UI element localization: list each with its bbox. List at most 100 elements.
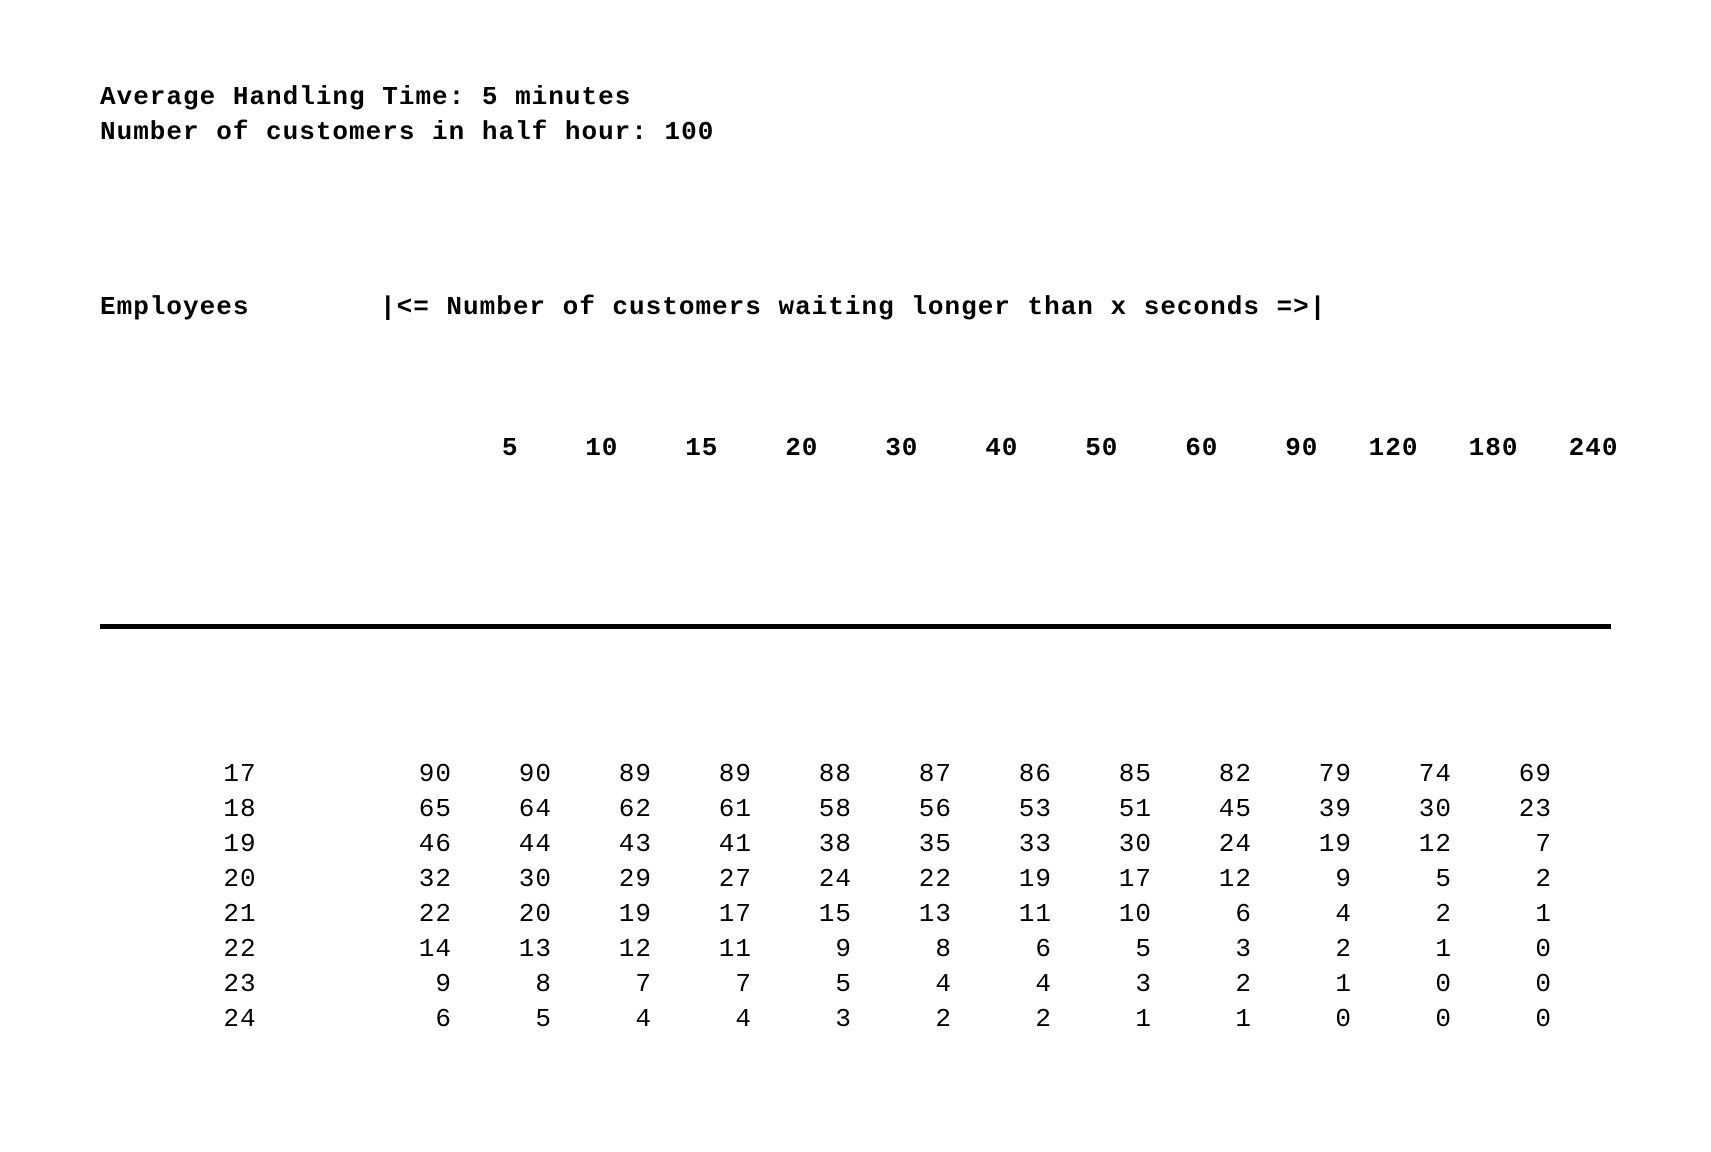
value-cell: 0 [1380,967,1480,1002]
table-row: 18656462615856535145393023 [100,792,1611,827]
value-cell: 7 [1480,827,1580,862]
header-line-2: Number of customers in half hour: 100 [100,115,1611,150]
seconds-column-header: 5 [446,431,546,466]
value-cell: 9 [380,967,480,1002]
value-cell: 0 [1480,932,1580,967]
employees-cell: 24 [100,1002,380,1037]
value-cell: 56 [880,792,980,827]
value-cell: 4 [880,967,980,1002]
value-cell: 2 [1480,862,1580,897]
value-cell: 12 [1380,827,1480,862]
value-cell: 0 [1480,1002,1580,1037]
value-cell: 30 [1380,792,1480,827]
employees-cell: 17 [100,757,380,792]
value-cell: 90 [380,757,480,792]
value-cell: 9 [1280,862,1380,897]
value-cell: 6 [380,1002,480,1037]
value-cell: 4 [980,967,1080,1002]
value-cell: 88 [780,757,880,792]
seconds-column-header: 60 [1146,431,1246,466]
value-cell: 5 [1380,862,1480,897]
value-cell: 61 [680,792,780,827]
employees-cell: 20 [100,862,380,897]
value-cell: 1 [1080,1002,1180,1037]
value-cell: 79 [1280,757,1380,792]
value-cell: 7 [580,967,680,1002]
employees-cell: 19 [100,827,380,862]
seconds-column-header: 90 [1246,431,1346,466]
value-cell: 43 [580,827,680,862]
value-cell: 23 [1480,792,1580,827]
value-cell: 30 [1080,827,1180,862]
value-cell: 10 [1080,897,1180,932]
value-cell: 45 [1180,792,1280,827]
value-cell: 33 [980,827,1080,862]
employees-column-spacer [166,431,446,466]
table-header-row-1: Employees|<= Number of customers waiting… [100,290,1611,325]
value-cell: 22 [880,862,980,897]
employees-cell: 23 [100,967,380,1002]
value-cell: 8 [880,932,980,967]
value-cell: 9 [780,932,880,967]
value-cell: 2 [980,1002,1080,1037]
value-cell: 35 [880,827,980,862]
value-cell: 32 [380,862,480,897]
value-cell: 14 [380,932,480,967]
value-cell: 89 [680,757,780,792]
value-cell: 86 [980,757,1080,792]
seconds-column-header: 40 [946,431,1046,466]
value-cell: 2 [880,1002,980,1037]
value-cell: 65 [380,792,480,827]
table-header-row-2: 51015203040506090120180240 [100,396,1611,501]
header-line-1-label: Average Handling Time: [100,82,465,112]
value-cell: 13 [880,897,980,932]
table-row: 24654432211000 [100,1002,1611,1037]
value-cell: 12 [580,932,680,967]
value-cell: 0 [1480,967,1580,1002]
seconds-column-header: 20 [746,431,846,466]
value-cell: 29 [580,862,680,897]
value-cell: 24 [1180,827,1280,862]
value-cell: 11 [680,932,780,967]
employees-cell: 21 [100,897,380,932]
header-line-1: Average Handling Time: 5 minutes [100,80,1611,115]
value-cell: 12 [1180,862,1280,897]
value-cell: 58 [780,792,880,827]
table-banner: |<= Number of customers waiting longer t… [380,290,1611,325]
header-line-2-value: 100 [665,117,715,147]
value-cell: 11 [980,897,1080,932]
value-cell: 51 [1080,792,1180,827]
table-row: 2122201917151311106421 [100,897,1611,932]
data-table: Employees|<= Number of customers waiting… [100,220,1611,1072]
value-cell: 41 [680,827,780,862]
seconds-column-header: 15 [646,431,746,466]
value-cell: 2 [1380,897,1480,932]
value-cell: 3 [1180,932,1280,967]
value-cell: 13 [480,932,580,967]
seconds-column-header: 30 [846,431,946,466]
value-cell: 0 [1380,1002,1480,1037]
value-cell: 19 [1280,827,1380,862]
value-cell: 17 [1080,862,1180,897]
value-cell: 89 [580,757,680,792]
value-cell: 5 [1080,932,1180,967]
value-cell: 46 [380,827,480,862]
seconds-column-header: 50 [1046,431,1146,466]
seconds-column-header: 120 [1346,431,1446,466]
table-row: 17909089898887868582797469 [100,757,1611,792]
value-cell: 2 [1180,967,1280,1002]
value-cell: 90 [480,757,580,792]
value-cell: 44 [480,827,580,862]
value-cell: 74 [1380,757,1480,792]
value-cell: 87 [880,757,980,792]
value-cell: 19 [980,862,1080,897]
value-cell: 39 [1280,792,1380,827]
value-cell: 1 [1380,932,1480,967]
value-cell: 7 [680,967,780,1002]
header-line-2-label: Number of customers in half hour: [100,117,648,147]
value-cell: 3 [1080,967,1180,1002]
value-cell: 62 [580,792,680,827]
employees-cell: 18 [100,792,380,827]
value-cell: 15 [780,897,880,932]
value-cell: 24 [780,862,880,897]
